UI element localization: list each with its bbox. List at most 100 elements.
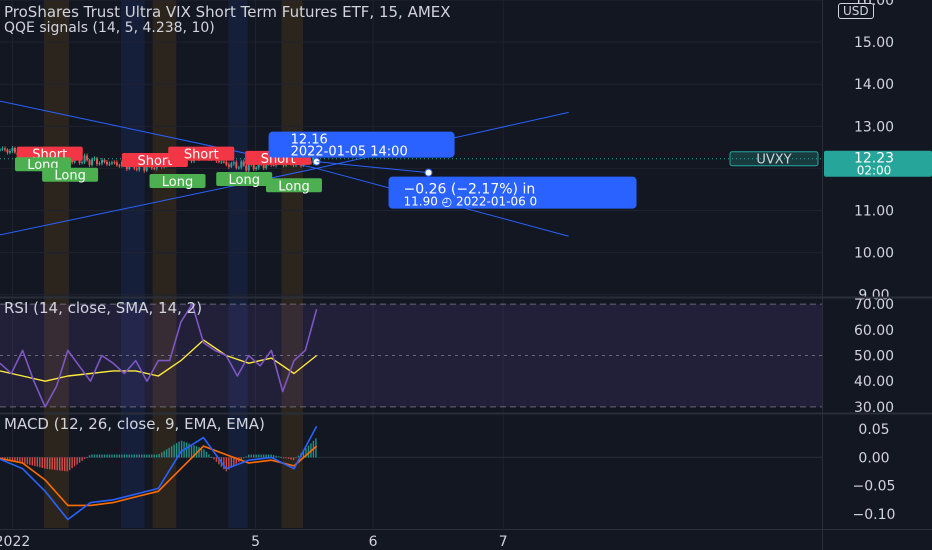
x-tick-label: 2022 <box>0 534 30 550</box>
callout-time: 2022-01-05 14:00 <box>291 145 408 160</box>
macd-histogram-bar <box>277 456 280 458</box>
candle-body <box>237 167 240 169</box>
macd-histogram-bar <box>292 457 295 461</box>
macd-histogram-bar <box>46 457 48 469</box>
macd-histogram-bar <box>136 454 138 458</box>
session-band <box>152 0 177 528</box>
macd-histogram-bar <box>54 457 56 470</box>
candle-body <box>245 165 248 171</box>
macd-histogram-bar <box>111 454 113 458</box>
macd-histogram-bar <box>272 455 275 458</box>
macd-histogram-bar <box>282 457 285 459</box>
macd-y-tick: −0.05 <box>853 479 896 495</box>
measure-end-marker <box>424 168 433 177</box>
macd-histogram-bar <box>253 454 255 458</box>
macd-histogram-bar <box>96 454 98 458</box>
macd-histogram-bar <box>203 449 205 458</box>
currency-badge[interactable]: USD <box>838 3 874 19</box>
macd-y-tick: 0.00 <box>858 450 889 466</box>
candle-body <box>81 161 84 163</box>
rsi-y-tick: 70.00 <box>854 297 894 313</box>
rsi-pane-title[interactable]: RSI (14, close, SMA, 14, 2) <box>4 299 202 317</box>
macd-histogram-bar <box>44 457 46 469</box>
macd-histogram-bar <box>287 457 290 459</box>
candle-body <box>8 150 11 153</box>
macd-histogram-bar <box>58 457 61 471</box>
indicator-legend[interactable]: QQE signals (14, 5, 4.238, 10) <box>4 20 215 36</box>
macd-histogram-bar <box>31 457 34 466</box>
macd-histogram-bar <box>165 449 168 458</box>
macd-histogram-bar <box>81 457 83 461</box>
macd-histogram-bar <box>128 454 131 458</box>
long-signal-label: Long <box>54 169 85 184</box>
macd-histogram-bar <box>78 457 81 463</box>
macd-histogram-bar <box>233 457 235 466</box>
macd-histogram-bar <box>255 454 257 458</box>
macd-pane-title[interactable]: MACD (12, 26, close, 9, EMA, EMA) <box>4 415 265 433</box>
macd-histogram-bar <box>26 457 29 465</box>
macd-histogram-bar <box>86 457 88 459</box>
macd-histogram-bar <box>148 454 150 458</box>
candle-body <box>255 167 258 170</box>
macd-histogram-bar <box>126 454 128 458</box>
macd-histogram-bar <box>245 456 247 458</box>
chart-title: ProShares Trust Ultra VIX Short Term Fut… <box>4 3 451 21</box>
macd-histogram-bar <box>51 457 53 470</box>
last-price-countdown: 02:00 <box>857 164 892 178</box>
candle-body <box>220 161 223 163</box>
macd-histogram-bar <box>153 454 155 458</box>
macd-histogram-bar <box>101 454 103 458</box>
macd-histogram-bar <box>275 455 277 458</box>
candle-body <box>98 163 101 165</box>
candle-body <box>225 161 228 165</box>
candle-body <box>103 159 106 162</box>
macd-histogram-bar <box>213 457 215 460</box>
macd-histogram-bar <box>88 455 91 458</box>
chart-canvas[interactable]: 9.0010.0011.0012.0013.0014.0015.0016.003… <box>0 0 932 550</box>
macd-histogram-bar <box>108 454 111 458</box>
x-tick-label: 6 <box>369 534 378 550</box>
session-band <box>281 0 304 528</box>
macd-histogram-bar <box>205 451 208 458</box>
macd-histogram-bar <box>243 457 245 459</box>
macd-histogram-bar <box>106 454 108 458</box>
macd-histogram-bar <box>208 454 210 458</box>
candle-body <box>0 149 1 151</box>
candle-body <box>113 162 116 164</box>
macd-histogram-bar <box>63 457 66 472</box>
macd-histogram-bar <box>173 444 175 458</box>
candle-body <box>13 147 16 153</box>
candle-body <box>86 155 89 161</box>
macd-histogram-bar <box>190 444 193 458</box>
macd-histogram-bar <box>98 454 101 458</box>
macd-y-tick: −0.10 <box>853 507 896 523</box>
macd-histogram-bar <box>91 454 93 458</box>
macd-histogram-bar <box>170 446 173 458</box>
candle-body <box>91 159 94 165</box>
candle-body <box>105 161 108 165</box>
session-band <box>44 0 69 528</box>
macd-histogram-bar <box>215 457 218 462</box>
rsi-y-tick: 40.00 <box>854 374 894 390</box>
macd-histogram-bar <box>29 457 31 465</box>
macd-histogram-bar <box>24 457 26 464</box>
macd-histogram-bar <box>71 457 73 469</box>
macd-histogram-bar <box>66 457 68 472</box>
short-signal-label: Short <box>137 154 172 169</box>
macd-histogram-bar <box>285 457 287 459</box>
candle-body <box>115 162 118 166</box>
candle-body <box>110 162 113 164</box>
macd-histogram-bar <box>198 447 200 458</box>
long-signal-label: Long <box>228 173 259 188</box>
candle-body <box>232 162 235 164</box>
macd-histogram-bar <box>262 454 265 458</box>
x-tick-label: 7 <box>499 534 508 550</box>
candle-body <box>230 163 233 167</box>
macd-histogram-bar <box>158 453 160 458</box>
candle-body <box>100 159 103 164</box>
main-y-tick: 10.00 <box>854 246 894 262</box>
candle-body <box>1 148 4 150</box>
long-signal-label: Long <box>278 179 309 194</box>
macd-histogram-bar <box>163 450 165 458</box>
macd-histogram-bar <box>257 454 260 458</box>
